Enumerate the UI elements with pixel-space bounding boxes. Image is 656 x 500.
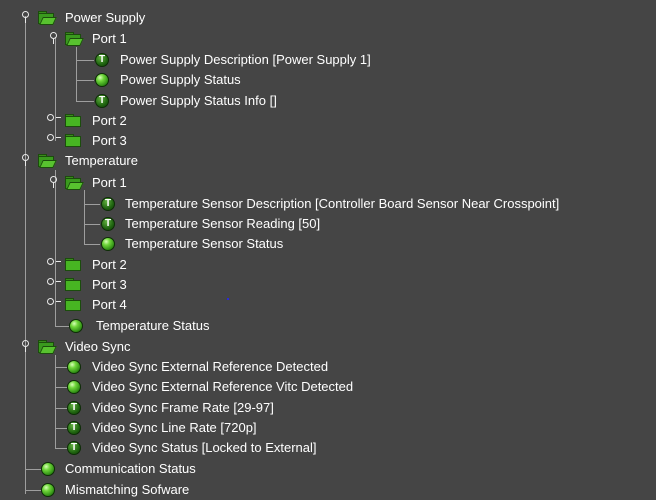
node-label[interactable]: Temperature Sensor Description [Controll… (125, 196, 559, 212)
node-label[interactable]: Video Sync External Reference Vitc Detec… (92, 379, 353, 395)
folder-closed-icon (65, 298, 81, 311)
tree-line (25, 16, 26, 494)
folder-open-icon (38, 11, 57, 25)
text-parameter-icon: T (67, 401, 81, 415)
status-led-icon (101, 237, 115, 251)
tree-line (76, 60, 94, 61)
tree-line (25, 469, 41, 470)
node-label[interactable]: Power Supply (65, 10, 145, 26)
node-label[interactable]: Port 2 (92, 257, 127, 273)
node-label[interactable]: Mismatching Sofware (65, 482, 189, 498)
node-label[interactable]: Port 1 (92, 31, 127, 47)
collapse-toggle-icon[interactable] (48, 32, 61, 45)
folder-open-icon (65, 32, 84, 46)
text-parameter-icon: T (101, 197, 115, 211)
node-label[interactable]: Power Supply Description [Power Supply 1… (120, 52, 371, 68)
node-label[interactable]: Video Sync Status [Locked to External] (92, 440, 317, 456)
node-label[interactable]: Power Supply Status (120, 72, 241, 88)
node-label[interactable]: Video Sync External Reference Detected (92, 359, 328, 375)
node-label[interactable]: Power Supply Status Info [] (120, 93, 277, 109)
collapse-toggle-icon[interactable] (20, 340, 33, 353)
text-parameter-icon: T (95, 53, 109, 67)
tree-view: Power Supply Port 1 T Power Supply Descr… (0, 0, 656, 497)
tree-line (55, 326, 69, 327)
tree-line (76, 80, 94, 81)
expand-toggle-icon[interactable] (47, 258, 61, 271)
tree-line (55, 428, 67, 429)
node-label[interactable]: Temperature Sensor Status (125, 236, 283, 252)
status-led-icon (67, 360, 81, 374)
text-parameter-icon: T (101, 217, 115, 231)
tree-line (76, 47, 77, 101)
node-label[interactable]: Port 2 (92, 113, 127, 129)
collapse-toggle-icon[interactable] (20, 11, 33, 24)
status-led-icon (41, 483, 55, 497)
node-label[interactable]: Port 4 (92, 297, 127, 313)
node-label[interactable]: Video Sync Frame Rate [29-97] (92, 400, 274, 416)
node-label[interactable]: Temperature Status (96, 318, 209, 334)
text-parameter-icon: T (67, 441, 81, 455)
tree-line (84, 244, 100, 245)
stray-pixel (227, 298, 229, 300)
expand-toggle-icon[interactable] (47, 298, 61, 311)
folder-open-icon (65, 176, 84, 190)
status-led-icon (41, 462, 55, 476)
status-led-icon (95, 73, 109, 87)
tree-line (84, 190, 85, 245)
tree-line (76, 101, 94, 102)
node-label[interactable]: Temperature Sensor Reading [50] (125, 216, 320, 232)
tree-line (84, 224, 100, 225)
expand-toggle-icon[interactable] (47, 114, 61, 127)
node-label[interactable]: Video Sync Line Rate [720p] (92, 420, 257, 436)
tree-line (84, 204, 100, 205)
node-label[interactable]: Port 3 (92, 277, 127, 293)
tree-line (25, 490, 41, 491)
node-label[interactable]: Temperature (65, 153, 138, 169)
text-parameter-icon: T (67, 421, 81, 435)
tree-line (55, 355, 56, 449)
tree-line (55, 448, 67, 449)
folder-open-icon (38, 340, 57, 354)
status-led-icon (67, 380, 81, 394)
expand-toggle-icon[interactable] (47, 134, 61, 147)
folder-closed-icon (65, 258, 81, 271)
node-label[interactable]: Port 1 (92, 175, 127, 191)
tree-line (55, 387, 67, 388)
expand-toggle-icon[interactable] (47, 278, 61, 291)
folder-closed-icon (65, 114, 81, 127)
text-parameter-icon: T (95, 94, 109, 108)
status-led-icon (69, 319, 83, 333)
folder-closed-icon (65, 134, 81, 147)
tree-line (55, 367, 67, 368)
tree-line (55, 408, 67, 409)
folder-open-icon (38, 154, 57, 168)
node-label[interactable]: Port 3 (92, 133, 127, 149)
node-label[interactable]: Video Sync (65, 339, 131, 355)
folder-closed-icon (65, 278, 81, 291)
collapse-toggle-icon[interactable] (48, 176, 61, 189)
node-label[interactable]: Communication Status (65, 461, 196, 477)
collapse-toggle-icon[interactable] (20, 154, 33, 167)
